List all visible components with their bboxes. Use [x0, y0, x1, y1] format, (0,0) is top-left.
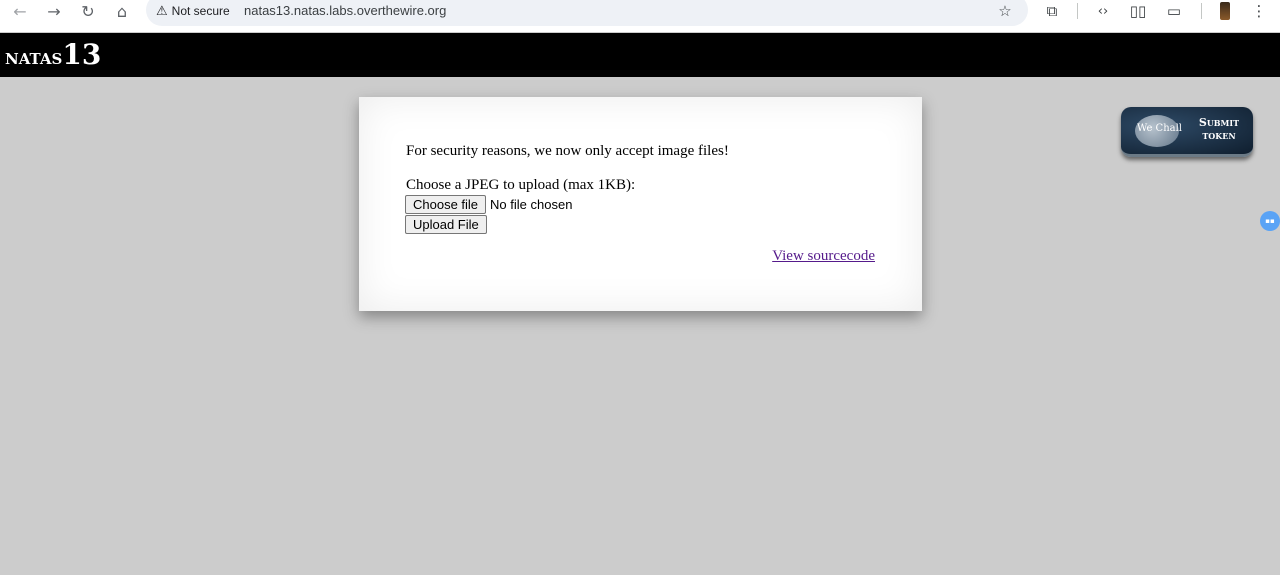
- code-icon: ‹›: [1097, 3, 1109, 19]
- browser-toolbar: ← → ↻ ⌂ ⚠ Not secure natas13.natas.labs.…: [0, 0, 1280, 32]
- reader-button[interactable]: ▯▯: [1127, 0, 1149, 22]
- bookmark-button[interactable]: ☆: [994, 0, 1016, 22]
- view-sourcecode-link[interactable]: View sourcecode: [772, 248, 875, 265]
- home-icon: ⌂: [116, 1, 128, 21]
- content-card: For security reasons, we now only accept…: [359, 97, 922, 311]
- devices-icon: ▭: [1166, 2, 1182, 20]
- wechall-logo-text: We Chall: [1137, 123, 1183, 134]
- devtools-button[interactable]: ‹›: [1092, 0, 1114, 22]
- toolbar-divider: [1077, 3, 1078, 19]
- profile-avatar[interactable]: [1220, 2, 1230, 20]
- reload-icon: ↻: [81, 1, 95, 21]
- choose-file-button[interactable]: Choose file: [405, 194, 487, 214]
- security-chip[interactable]: ⚠ Not secure: [156, 2, 230, 20]
- kebab-menu-icon: ⋮: [1251, 2, 1267, 20]
- extension-bubble-icon[interactable]: ▪▪: [1260, 211, 1280, 231]
- page-title: natas13: [5, 38, 102, 71]
- toolbar-divider: [1201, 3, 1202, 19]
- devices-button[interactable]: ▭: [1163, 0, 1185, 22]
- arrow-right-icon: →: [47, 1, 61, 21]
- upload-row: Upload File: [405, 214, 487, 234]
- extensions-button[interactable]: ⧉: [1041, 0, 1063, 22]
- security-message: For security reasons, we now only accept…: [406, 143, 729, 159]
- upload-prompt: Choose a JPEG to upload (max 1KB):: [406, 177, 636, 193]
- file-input[interactable]: Choose file No file chosen: [405, 194, 572, 214]
- security-label: Not secure: [171, 4, 230, 18]
- back-button[interactable]: ←: [9, 0, 31, 22]
- submit-token-badge[interactable]: We Chall Submit token: [1121, 107, 1253, 157]
- star-icon: ☆: [998, 2, 1012, 20]
- site-header: natas13: [0, 33, 1280, 77]
- home-button[interactable]: ⌂: [111, 0, 133, 22]
- forward-button[interactable]: →: [43, 0, 65, 22]
- menu-button[interactable]: ⋮: [1248, 0, 1270, 22]
- arrow-left-icon: ←: [13, 1, 27, 21]
- upload-file-button[interactable]: Upload File: [405, 215, 487, 234]
- reload-button[interactable]: ↻: [77, 0, 99, 22]
- file-status: No file chosen: [490, 196, 573, 212]
- book-icon: ▯▯: [1129, 2, 1147, 20]
- warning-icon: ⚠: [156, 3, 168, 18]
- url-text[interactable]: natas13.natas.labs.overthewire.org: [244, 3, 446, 18]
- puzzle-icon: ⧉: [1046, 2, 1058, 20]
- submit-token-label: Submit token: [1198, 116, 1240, 142]
